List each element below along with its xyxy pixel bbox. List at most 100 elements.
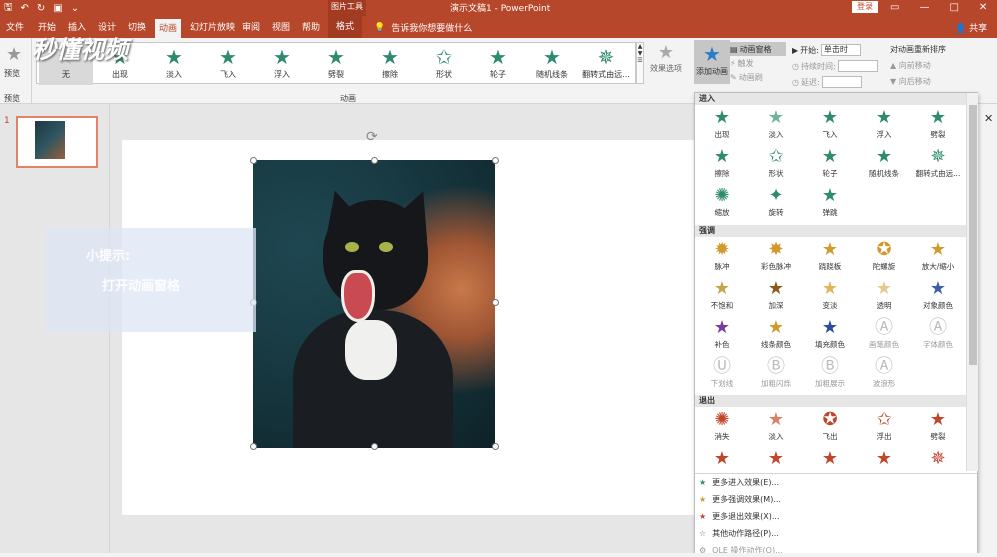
exit-row-partial-3[interactable]: ★ — [803, 448, 857, 470]
cat-picture[interactable] — [253, 160, 495, 448]
resize-handle-nw[interactable] — [250, 157, 257, 164]
preview-button[interactable]: 预览 — [4, 68, 20, 79]
resize-handle-s[interactable] — [371, 443, 378, 450]
effect-grow-turn[interactable]: ✵ 翻转式由远... — [579, 43, 633, 85]
login-button[interactable]: 登录 — [852, 1, 878, 13]
more-emphasis-effects[interactable]: ★ 更多强调效果(M)... — [695, 491, 977, 508]
emphasis-line-color[interactable]: ★ 线条颜色 — [749, 317, 803, 355]
dropdown-scroll-thumb[interactable] — [969, 105, 977, 365]
add-animation-button[interactable]: ★ 添加动画 — [694, 40, 730, 84]
tab-file[interactable]: 文件 — [6, 20, 24, 33]
effect-fade[interactable]: ★ 淡入 — [147, 43, 201, 85]
emphasis-transparency[interactable]: ★ 透明 — [857, 278, 911, 316]
effect-float-in[interactable]: ★ 浮入 — [255, 43, 309, 85]
exit-row-partial-1[interactable]: ★ — [695, 448, 749, 470]
close-icon[interactable]: ✕ — [979, 0, 987, 16]
resize-handle-se[interactable] — [492, 443, 499, 450]
more-exit-effects[interactable]: ★ 更多退出效果(X)... — [695, 508, 977, 525]
gallery-up-icon[interactable]: ▲ — [637, 43, 643, 50]
tab-transitions[interactable]: 切换 — [128, 20, 146, 33]
entrance-shape[interactable]: ✩ 形状 — [749, 146, 803, 184]
delay-input[interactable] — [821, 76, 862, 88]
present-icon[interactable]: ▣ — [53, 3, 62, 14]
emphasis-teeter[interactable]: ★ 跷跷板 — [803, 239, 857, 277]
emphasis-lighten[interactable]: ★ 变淡 — [803, 278, 857, 316]
emphasis-object-color[interactable]: ★ 对象颜色 — [911, 278, 965, 316]
exit-float-out[interactable]: ✩ 浮出 — [857, 409, 911, 447]
more-motion-paths[interactable]: ☆ 其他动作路径(P)... — [695, 525, 977, 542]
emphasis-fill-color[interactable]: ★ 填充颜色 — [803, 317, 857, 355]
resize-handle-ne[interactable] — [492, 157, 499, 164]
entrance-zoom[interactable]: ✺ 缩放 — [695, 185, 749, 223]
resize-handle-sw[interactable] — [250, 443, 257, 450]
animation-painter-button[interactable]: ✎ 动画刷 — [730, 70, 786, 84]
animation-pane-button[interactable]: ▤ 动画窗格 — [730, 42, 786, 56]
spin-icon: ✪ — [876, 239, 892, 260]
slide-thumbnail[interactable] — [16, 116, 98, 168]
save-icon[interactable]: 🖫 — [4, 0, 13, 17]
more-entrance-effects[interactable]: ★ 更多进入效果(E)... — [695, 474, 977, 491]
undo-icon[interactable]: ↶ — [21, 3, 29, 14]
entrance-bounce[interactable]: ★ 弹跳 — [803, 185, 857, 223]
move-earlier-button[interactable]: ▲ 向前移动 — [890, 58, 950, 74]
exit-row-partial-5[interactable]: ✵ — [911, 448, 965, 470]
effect-wipe[interactable]: ★ 擦除 — [363, 43, 417, 85]
entrance-fly-in[interactable]: ★ 飞入 — [803, 107, 857, 145]
effect-split[interactable]: ★ 劈裂 — [309, 43, 363, 85]
exit-fade[interactable]: ★ 淡入 — [749, 409, 803, 447]
dropdown-scrollbar[interactable] — [966, 93, 978, 471]
effect-shape[interactable]: ✩ 形状 — [417, 43, 471, 85]
tell-me-box[interactable]: 💡 告诉我你想要做什么 — [374, 21, 472, 35]
ribbon-display-icon[interactable]: ▭ — [890, 0, 899, 16]
exit-disappear[interactable]: ✺ 消失 — [695, 409, 749, 447]
entrance-wipe[interactable]: ★ 擦除 — [695, 146, 749, 184]
customize-qat-icon[interactable]: ⌄ — [71, 3, 79, 14]
entrance-split[interactable]: ★ 劈裂 — [911, 107, 965, 145]
emphasis-complementary[interactable]: ★ 补色 — [695, 317, 749, 355]
pane-close-icon[interactable]: ✕ — [984, 112, 993, 125]
tab-view[interactable]: 视图 — [272, 20, 290, 33]
rotate-handle-icon[interactable]: ⟳ — [366, 129, 378, 145]
start-select[interactable]: 单击时 — [820, 44, 861, 56]
redo-icon[interactable]: ↻ — [37, 3, 45, 14]
entrance-wheel[interactable]: ★ 轮子 — [803, 146, 857, 184]
tab-animations[interactable]: 动画 — [155, 19, 182, 38]
gallery-more-icon[interactable]: ☰ — [637, 57, 643, 64]
tab-slideshow[interactable]: 幻灯片放映 — [190, 20, 235, 33]
entrance-random-bars[interactable]: ★ 随机线条 — [857, 146, 911, 184]
entrance-fade[interactable]: ★ 淡入 — [749, 107, 803, 145]
effect-fly-in[interactable]: ★ 飞入 — [201, 43, 255, 85]
share-button[interactable]: 👤 共享 — [955, 21, 987, 34]
gallery-down-icon[interactable]: ▼ — [637, 50, 643, 57]
effect-wheel[interactable]: ★ 轮子 — [471, 43, 525, 85]
entrance-appear[interactable]: ★ 出现 — [695, 107, 749, 145]
gallery-scroll[interactable]: ▲ ▼ ☰ — [636, 42, 644, 84]
tab-review[interactable]: 审阅 — [242, 20, 260, 33]
duration-input[interactable] — [837, 60, 878, 72]
emphasis-color-pulse[interactable]: ✸ 彩色脉冲 — [749, 239, 803, 277]
preview-star-icon[interactable]: ★ — [6, 44, 22, 65]
entrance-grow-turn[interactable]: ✵ 翻转式由远... — [911, 146, 965, 184]
entrance-swivel[interactable]: ✦ 旋转 — [749, 185, 803, 223]
emphasis-spin[interactable]: ✪ 陀螺旋 — [857, 239, 911, 277]
resize-handle-e[interactable] — [492, 299, 499, 306]
emphasis-darken[interactable]: ★ 加深 — [749, 278, 803, 316]
move-later-button[interactable]: ▼ 向后移动 — [890, 74, 950, 90]
exit-row-partial-2[interactable]: ★ — [749, 448, 803, 470]
exit-row-partial-4[interactable]: ★ — [857, 448, 911, 470]
minimize-icon[interactable]: — — [919, 0, 929, 16]
resize-handle-n[interactable] — [371, 157, 378, 164]
effect-random-bars[interactable]: ★ 随机线条 — [525, 43, 579, 85]
tab-format[interactable]: 格式 — [328, 16, 363, 38]
entrance-float-in[interactable]: ★ 浮入 — [857, 107, 911, 145]
effect-options-button[interactable]: ★ 效果选项 — [646, 42, 686, 74]
emphasis-grow-shrink[interactable]: ★ 放大/缩小 — [911, 239, 965, 277]
tab-help[interactable]: 帮助 — [302, 20, 320, 33]
emphasis-desaturate[interactable]: ★ 不饱和 — [695, 278, 749, 316]
exit-fly-out[interactable]: ✪ 飞出 — [803, 409, 857, 447]
emphasis-pulse[interactable]: ✹ 脉冲 — [695, 239, 749, 277]
exit-split[interactable]: ★ 劈裂 — [911, 409, 965, 447]
exit-fade-icon: ★ — [767, 409, 785, 430]
maximize-icon[interactable]: □ — [949, 0, 958, 16]
trigger-button[interactable]: ⚡ 触发 — [730, 56, 786, 70]
